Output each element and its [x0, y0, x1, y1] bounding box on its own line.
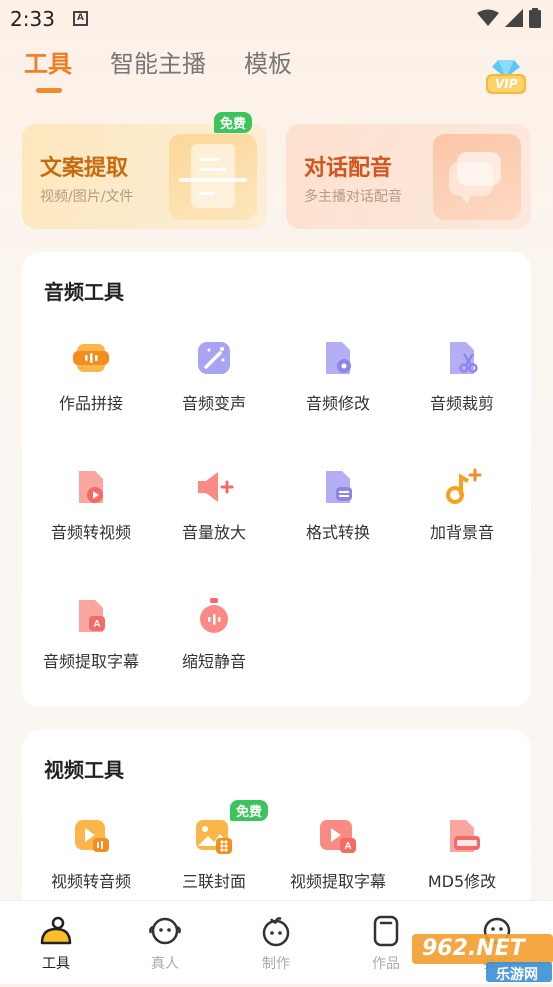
document-scan-icon	[169, 134, 257, 220]
tool-label: 音频修改	[305, 394, 370, 413]
tool-label: 三联封面	[181, 872, 246, 891]
tools-nav-icon	[40, 916, 72, 945]
section-title: 视频工具	[44, 758, 124, 782]
tab-smart-anchor[interactable]: 智能主播	[110, 44, 206, 79]
scissors-icon	[450, 342, 478, 374]
tool-label: 音频提取字幕	[42, 652, 139, 671]
card-title: 对话配音	[304, 156, 393, 181]
audio-tools-panel: 音频工具 作品拼接 音频变声 音频修改 音频裁剪 音频转视频 音量放大 格式转换…	[22, 252, 531, 707]
volume-up-icon	[198, 472, 234, 502]
tool-video-subtitle[interactable]: A 视频提取字幕	[276, 816, 400, 892]
format-convert-icon	[326, 471, 352, 503]
audio-edit-icon	[326, 342, 351, 374]
tool-label: 加背景音	[429, 523, 494, 542]
stopwatch-icon	[200, 598, 228, 633]
tool-label: 作品拼接	[58, 394, 123, 413]
site-watermark: 962.NET 乐游网	[412, 930, 553, 983]
nav-tools[interactable]: 工具	[16, 915, 96, 973]
tool-format-convert[interactable]: 格式转换	[276, 467, 400, 543]
tool-label: 视频转音频	[50, 872, 131, 891]
audio-to-video-icon	[79, 471, 103, 503]
status-icons	[477, 8, 541, 28]
dialogue-dubbing-card[interactable]: 对话配音 多主播对话配音	[286, 124, 531, 229]
tool-audio-to-video[interactable]: 音频转视频	[29, 467, 153, 543]
vip-label: VIP	[495, 77, 518, 91]
card-subtitle: 视频/图片/文件	[40, 189, 134, 205]
subtitle-extract-icon: A	[79, 600, 105, 632]
active-tab-indicator	[36, 88, 62, 93]
tool-audio-cut[interactable]: 音频裁剪	[400, 338, 524, 414]
tool-add-bgm[interactable]: 加背景音	[400, 467, 524, 543]
tool-label: 缩短静音	[181, 652, 246, 671]
magic-wand-icon	[198, 342, 230, 374]
vip-button[interactable]: VIP	[484, 56, 528, 96]
create-nav-icon	[262, 917, 290, 947]
tool-label: MD5修改	[427, 872, 497, 891]
chat-bubble-icon	[433, 134, 521, 220]
nav-label: 真人	[151, 956, 179, 972]
svg-text:A: A	[344, 841, 351, 852]
wifi-icon	[477, 9, 499, 26]
face-nav-icon	[149, 917, 181, 945]
triple-cover-icon	[196, 820, 232, 854]
free-badge: 免费	[214, 112, 253, 133]
tool-label: 音频变声	[181, 394, 246, 413]
card-subtitle: 多主播对话配音	[304, 189, 402, 205]
signal-icon	[505, 9, 523, 27]
battery-icon	[529, 8, 541, 28]
tool-audio-edit[interactable]: 音频修改	[276, 338, 400, 414]
nav-create[interactable]: 制作	[236, 915, 316, 973]
status-bar: 2:33 A	[0, 0, 553, 36]
music-note-plus-icon	[446, 468, 482, 504]
card-title: 文案提取	[40, 156, 129, 181]
tab-templates[interactable]: 模板	[244, 44, 292, 79]
tool-audio-subtitle[interactable]: A 音频提取字幕	[29, 596, 153, 672]
splice-icon	[73, 344, 109, 372]
free-badge: 免费	[230, 800, 269, 821]
tool-triple-cover[interactable]: 三联封面 免费	[152, 800, 276, 892]
tool-video-to-audio[interactable]: 视频转音频	[29, 816, 153, 892]
watermark-subtext: 乐游网	[496, 967, 538, 983]
tool-splice[interactable]: 作品拼接	[29, 338, 153, 414]
watermark-text: 962.NET	[422, 936, 525, 961]
video-subtitle-icon: A	[320, 820, 356, 853]
notification-icon: A	[73, 11, 88, 26]
tool-shorten-silence[interactable]: 缩短静音	[152, 596, 276, 672]
svg-text:A: A	[93, 619, 100, 630]
tool-label: 音频裁剪	[429, 394, 494, 413]
tool-label: 音频转视频	[50, 523, 131, 542]
tool-label: 音量放大	[181, 523, 246, 542]
tool-volume-boost[interactable]: 音量放大	[152, 467, 276, 543]
video-to-audio-icon	[75, 820, 109, 852]
nav-label: 制作	[262, 956, 290, 972]
copy-extract-card[interactable]: 文案提取 视频/图片/文件 免费	[22, 112, 267, 229]
tab-tools[interactable]: 工具	[24, 44, 72, 93]
tool-label: 格式转换	[305, 523, 370, 542]
tool-voice-change[interactable]: 音频变声	[152, 338, 276, 414]
nav-real-person[interactable]: 真人	[125, 915, 205, 973]
tool-md5[interactable]: MD5修改	[400, 816, 524, 892]
tool-label: 视频提取字幕	[289, 872, 386, 891]
status-time: 2:33	[10, 7, 55, 31]
md5-icon	[450, 820, 480, 852]
nav-label: 工具	[42, 956, 70, 972]
works-nav-icon	[373, 915, 399, 947]
top-tabs: 工具 智能主播 模板	[24, 44, 292, 93]
section-title: 音频工具	[44, 280, 124, 304]
